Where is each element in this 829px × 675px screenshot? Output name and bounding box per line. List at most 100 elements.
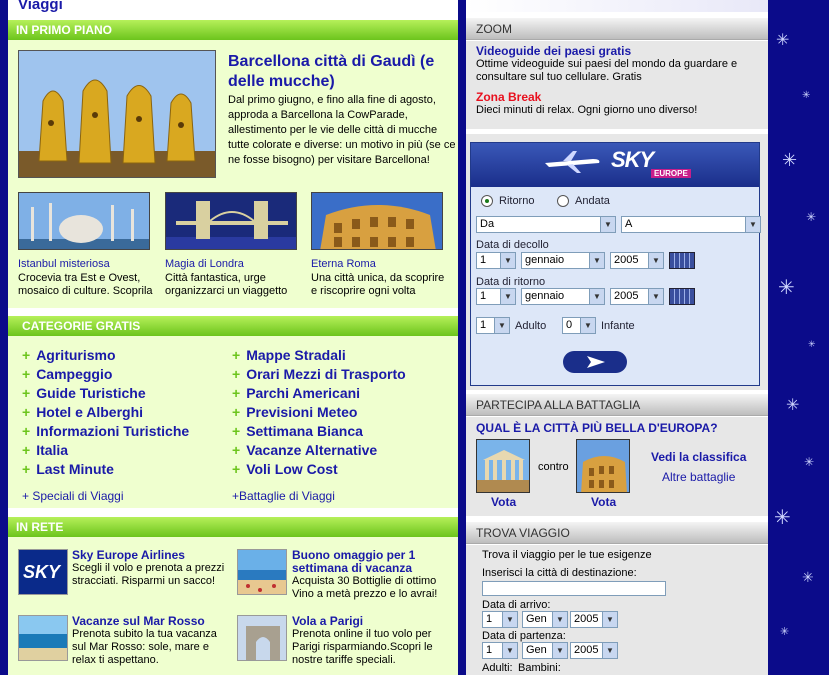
classifica-link[interactable]: Vedi la classifica: [651, 450, 746, 464]
vote-right-link[interactable]: Vota: [591, 495, 616, 509]
star-icon: ✳: [776, 30, 790, 49]
category-link[interactable]: + Last Minute: [22, 460, 189, 479]
svg-text:SKY: SKY: [23, 562, 62, 582]
altre-battaglie-link[interactable]: Altre battaglie: [662, 470, 735, 484]
category-link[interactable]: + Previsioni Meteo: [232, 403, 406, 422]
category-link[interactable]: + Mappe Stradali: [232, 346, 406, 365]
category-link[interactable]: + Vacanze Alternative: [232, 441, 406, 460]
chevron-down-icon: ▼: [502, 612, 517, 627]
star-icon: ✳: [808, 340, 816, 350]
parigi-title[interactable]: Vola a Parigi: [292, 615, 452, 628]
arrow-right-icon: [587, 356, 605, 368]
buono-omaggio-title[interactable]: Buono omaggio per 1 settimana di vacanza: [292, 549, 452, 575]
calendar-icon[interactable]: [669, 252, 695, 269]
zona-break-title[interactable]: Zona Break: [476, 91, 761, 104]
search-flight-button[interactable]: [563, 351, 627, 373]
category-link[interactable]: + Agriturismo: [22, 346, 189, 365]
acropoli-image[interactable]: [476, 439, 530, 493]
return-day-select[interactable]: 1 ▼: [476, 288, 516, 305]
adults-label: Adulti:: [482, 662, 513, 674]
barcellona-image[interactable]: [18, 50, 216, 178]
category-link[interactable]: + Guide Turistiche: [22, 384, 189, 403]
zona-break-item[interactable]: Zona Break Dieci minuti di relax. Ogni g…: [476, 91, 761, 117]
parigi-item[interactable]: Vola a Parigi Prenota online il tuo volo …: [292, 615, 452, 667]
zoom-panel: Videoguide dei paesi gratis Ottime video…: [466, 41, 768, 129]
adults-label: Adulto: [515, 320, 547, 332]
sky-logo-text: SKY: [611, 147, 654, 172]
category-link[interactable]: + Informazioni Turistiche: [22, 422, 189, 441]
radio-ritorno[interactable]: [481, 195, 493, 207]
depart-day-select[interactable]: 1 ▼: [476, 252, 516, 269]
departure-label: Data di partenza:: [482, 630, 566, 642]
sky-europe-title[interactable]: Sky Europe Airlines: [72, 549, 232, 562]
roma-title[interactable]: Eterna Roma: [311, 258, 451, 271]
istanbul-item[interactable]: Istanbul misteriosa Crocevia tra Est e Ov…: [18, 258, 158, 298]
star-background: ✳ ✳ ✳ ✳ ✳ ✳ ✳ ✳ ✳ ✳ ✳: [768, 0, 829, 675]
depart-year-select[interactable]: 2005 ▼: [610, 252, 664, 269]
category-link[interactable]: + Hotel e Alberghi: [22, 403, 189, 422]
sky-europe-logo[interactable]: SKY: [18, 549, 68, 595]
radio-andata-label: Andata: [575, 195, 610, 207]
beach-image[interactable]: [237, 549, 287, 595]
arrival-month-select[interactable]: Gen ▼: [522, 611, 568, 628]
mar-rosso-title[interactable]: Vacanze sul Mar Rosso: [72, 615, 232, 628]
parigi-image[interactable]: [237, 615, 287, 661]
category-link[interactable]: + Voli Low Cost: [232, 460, 406, 479]
londra-title[interactable]: Magia di Londra: [165, 258, 305, 271]
arrival-year-select[interactable]: 2005 ▼: [570, 611, 618, 628]
sky-europe-item[interactable]: Sky Europe Airlines Scegli il volo e pren…: [72, 549, 232, 588]
destination-input[interactable]: [482, 581, 666, 596]
arrival-day-select[interactable]: 1 ▼: [482, 611, 518, 628]
buono-omaggio-item[interactable]: Buono omaggio per 1 settimana di vacanza…: [292, 549, 452, 601]
star-icon: ✳: [780, 625, 790, 638]
star-icon: ✳: [806, 210, 817, 224]
chevron-down-icon: ▼: [589, 289, 604, 304]
chevron-down-icon: ▼: [602, 612, 617, 627]
roma-image[interactable]: [311, 192, 443, 250]
istanbul-image[interactable]: [18, 192, 150, 250]
category-link[interactable]: + Parchi Americani: [232, 384, 406, 403]
roma-item[interactable]: Eterna Roma Una città unica, da scoprire …: [311, 258, 451, 298]
chevron-down-icon: ▼: [745, 217, 760, 232]
infant-select[interactable]: 0 ▼: [562, 317, 596, 334]
mar-rosso-image[interactable]: [18, 615, 68, 661]
departure-day-select[interactable]: 1 ▼: [482, 642, 518, 659]
from-select[interactable]: Da ▼: [476, 216, 616, 233]
feature-text: Dal primo giugno, e fino alla fine di ag…: [228, 94, 456, 166]
chevron-down-icon: ▼: [589, 253, 604, 268]
adults-select[interactable]: 1 ▼: [476, 317, 510, 334]
calendar-icon[interactable]: [669, 288, 695, 305]
radio-andata[interactable]: [557, 195, 569, 207]
infant-label: Infante: [601, 320, 635, 332]
departure-month-select[interactable]: Gen ▼: [522, 642, 568, 659]
videoguide-title[interactable]: Videoguide dei paesi gratis: [476, 45, 761, 58]
speciali-link[interactable]: + Speciali di Viaggi: [22, 489, 124, 503]
mar-rosso-item[interactable]: Vacanze sul Mar Rosso Prenota subito la t…: [72, 615, 232, 667]
return-month-select[interactable]: gennaio ▼: [521, 288, 605, 305]
sky-logo-sub: EUROPE: [651, 169, 691, 178]
battaglie-link[interactable]: +Battaglie di Viaggi: [232, 489, 335, 503]
colosseo-image[interactable]: [576, 439, 630, 493]
star-icon: ✳: [802, 570, 814, 586]
vote-left-link[interactable]: Vota: [491, 495, 516, 509]
londra-image[interactable]: [165, 192, 297, 250]
category-link[interactable]: + Campeggio: [22, 365, 189, 384]
sky-europe-text: Scegli il volo e prenota a prezzi stracc…: [72, 562, 225, 587]
star-icon: ✳: [782, 150, 798, 171]
feature-title[interactable]: Barcellona città di Gaudì (e delle mucch…: [228, 52, 458, 92]
chevron-down-icon: ▼: [648, 253, 663, 268]
categorie-header: CATEGORIE GRATIS: [8, 316, 458, 336]
return-year-select[interactable]: 2005 ▼: [610, 288, 664, 305]
trova-header: TROVA VIAGGIO: [466, 522, 768, 544]
departure-year-select[interactable]: 2005 ▼: [570, 642, 618, 659]
to-select[interactable]: A ▼: [621, 216, 761, 233]
depart-month-select[interactable]: gennaio ▼: [521, 252, 605, 269]
videoguide-item[interactable]: Videoguide dei paesi gratis Ottime video…: [476, 45, 761, 84]
category-link[interactable]: + Italia: [22, 441, 189, 460]
londra-item[interactable]: Magia di Londra Città fantastica, urge or…: [165, 258, 305, 298]
category-link[interactable]: + Orari Mezzi di Trasporto: [232, 365, 406, 384]
category-link[interactable]: + Settimana Bianca: [232, 422, 406, 441]
funclub-banner[interactable]: [466, 0, 768, 12]
roma-text: Una città unica, da scoprire e riscoprir…: [311, 272, 445, 297]
istanbul-title[interactable]: Istanbul misteriosa: [18, 258, 158, 271]
